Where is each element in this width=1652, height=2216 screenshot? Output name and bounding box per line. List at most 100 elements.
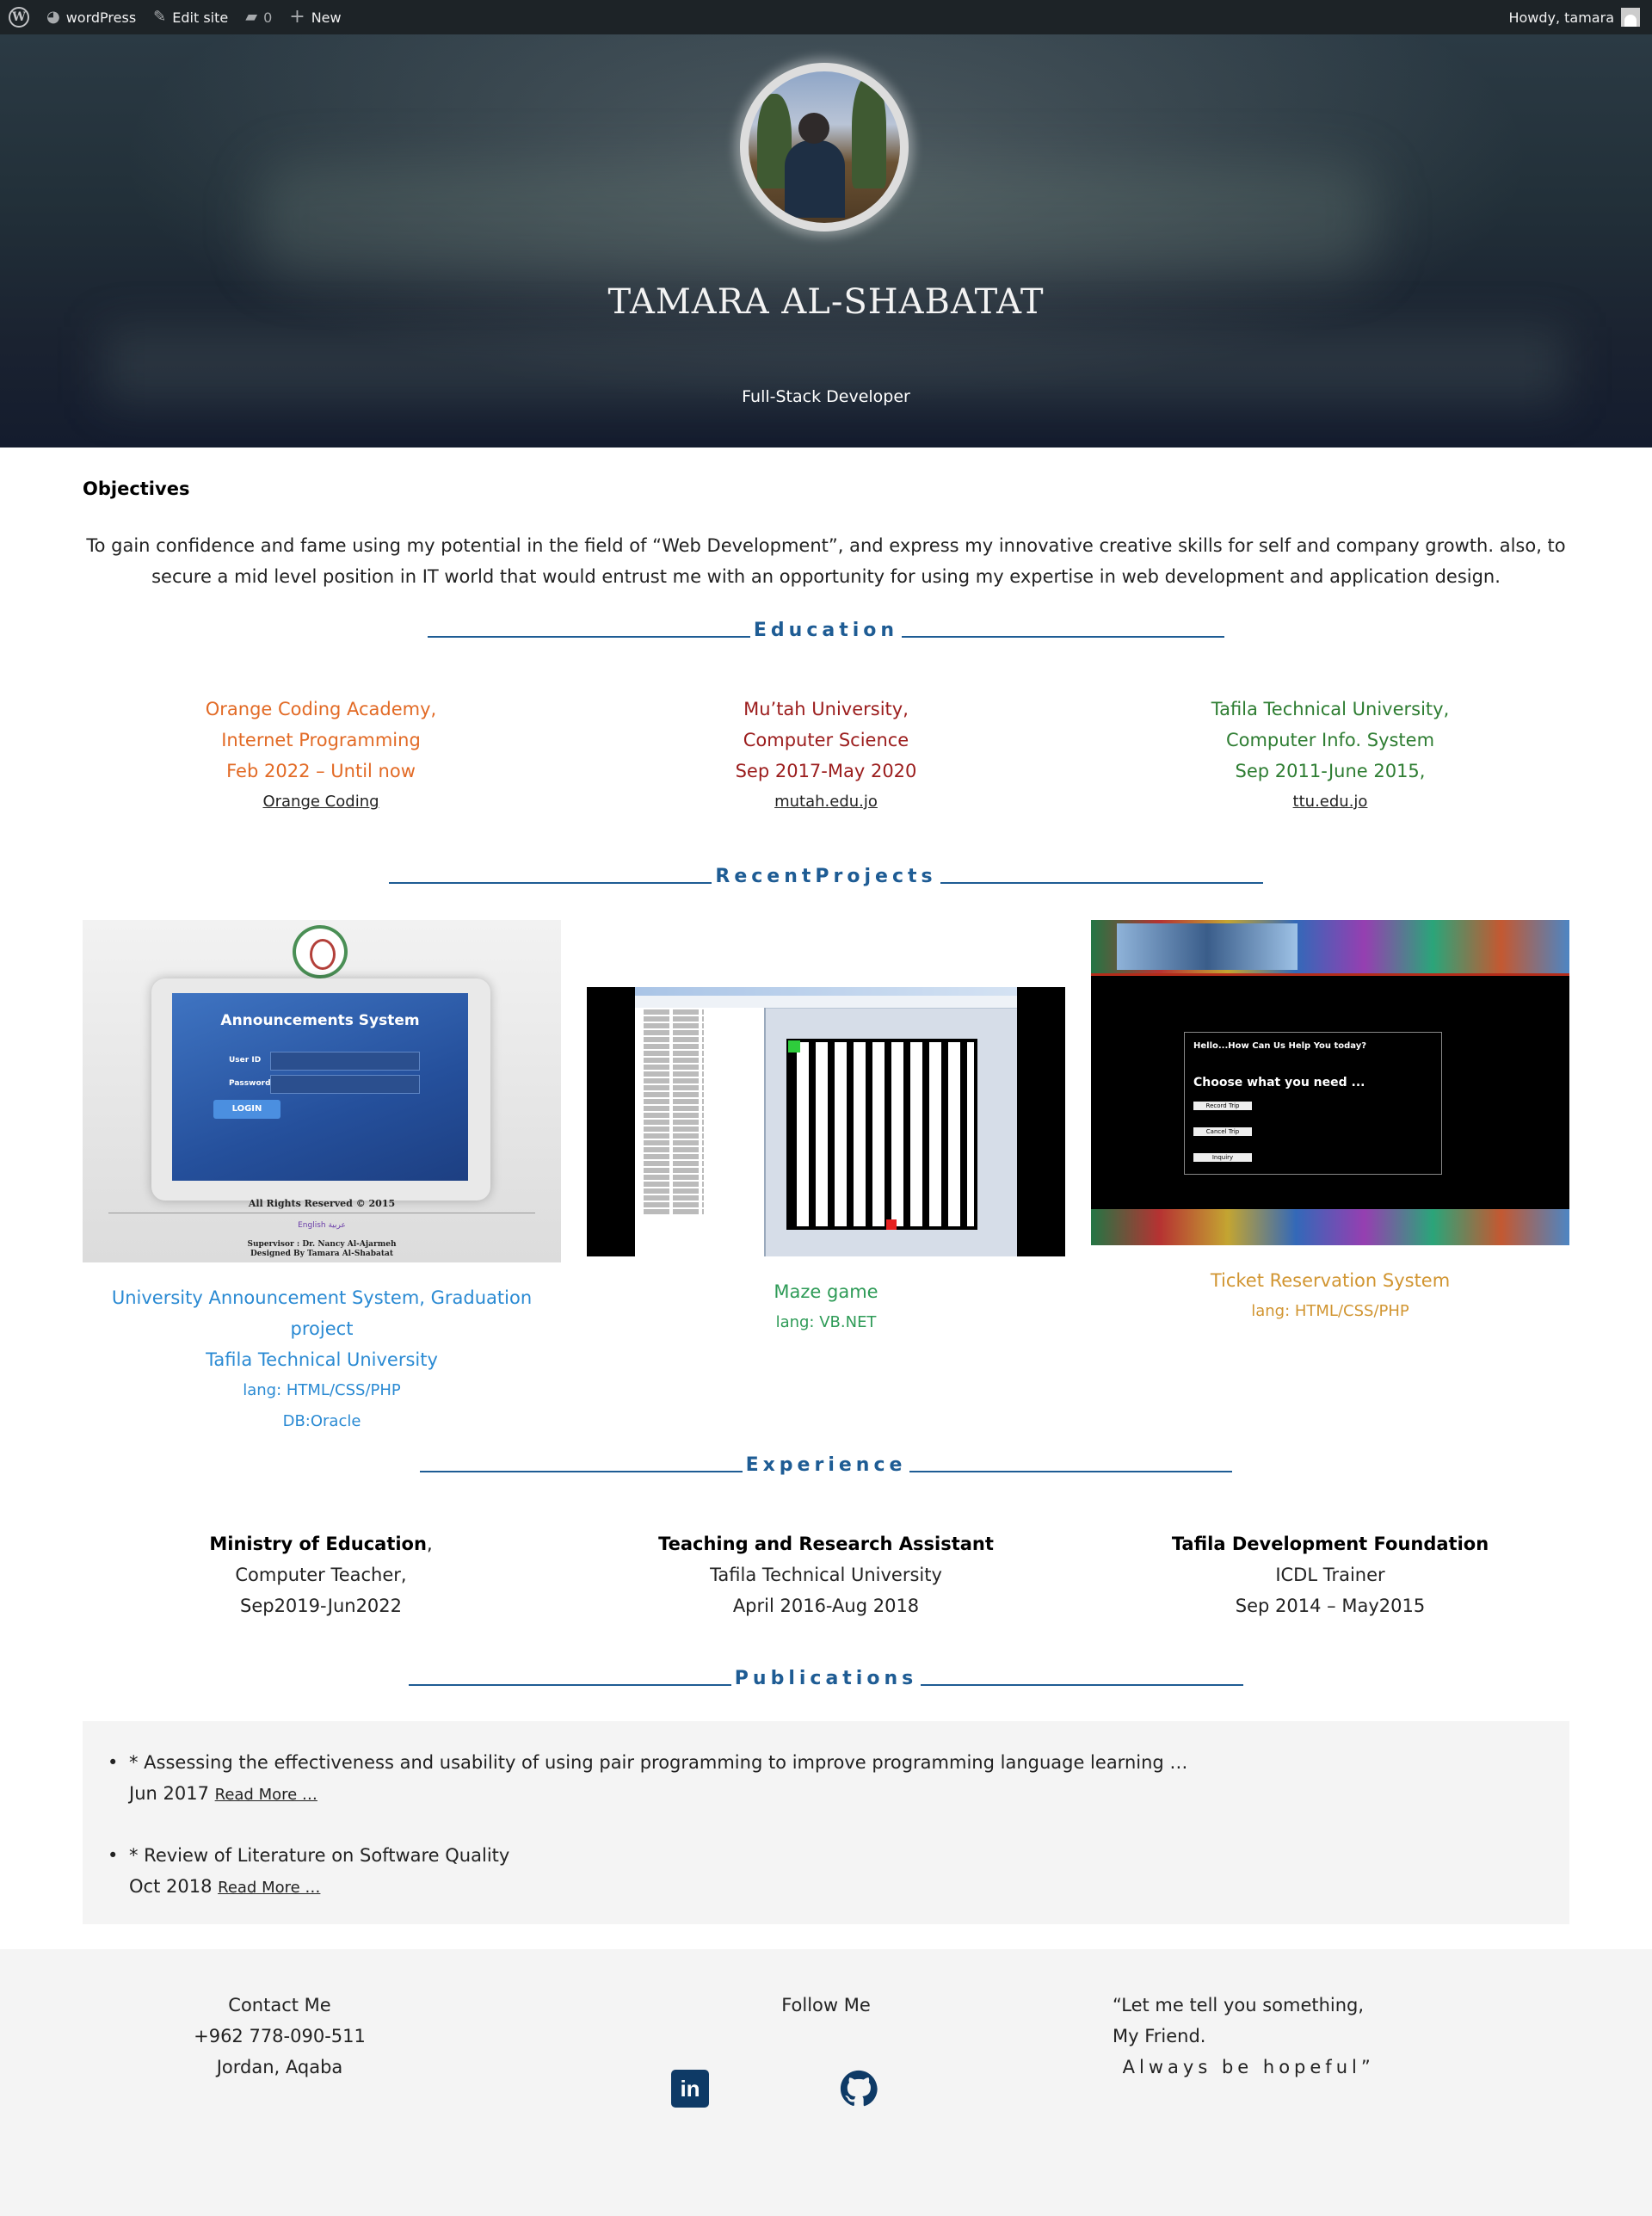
contact-section: Contact Me +962 778-090-511 Jordan, Aqab…: [151, 1990, 409, 2083]
brush-icon: ✎: [153, 8, 167, 26]
publication-title: * Review of Literature on Software Quali…: [129, 1845, 510, 1866]
linkedin-icon[interactable]: in: [671, 2070, 709, 2108]
project-title[interactable]: University Announcement System, Graduati…: [81, 1282, 563, 1344]
experience-dates: Sep 2014 – May2015: [1235, 1596, 1426, 1616]
site-tagline: Full-Stack Developer: [742, 387, 910, 406]
project-subtitle: Tafila Technical University: [206, 1349, 438, 1370]
site-name-label: wordPress: [65, 9, 137, 26]
project-lang: lang: HTML/CSS/PHP: [1251, 1302, 1409, 1320]
copyright-text: All Rights Reserved © 2015: [248, 1198, 396, 1209]
quote-line: My Friend.: [1113, 2026, 1206, 2046]
education-item: Tafila Technical University, Computer In…: [1089, 694, 1571, 818]
plus-icon: +: [289, 6, 305, 28]
publication-item: • * Review of Literature on Software Qua…: [108, 1840, 510, 1904]
user-avatar-icon: [1621, 8, 1640, 27]
experience-title-suffix: ,: [426, 1534, 433, 1554]
education-heading: Education: [0, 620, 1652, 641]
record-trip-button-image: Record Trip: [1193, 1102, 1252, 1110]
experience-item: Tafila Development Foundation ICDL Train…: [1089, 1528, 1571, 1621]
publications-heading-text: Publications: [734, 1668, 918, 1689]
project-announcement-screenshot: Announcements System User ID Password LO…: [83, 920, 561, 1262]
experience-dates: Sep2019-Jun2022: [239, 1596, 403, 1616]
education-school: Tafila Technical University,: [1211, 699, 1450, 719]
github-icon[interactable]: [840, 2070, 878, 2108]
hero-header: TAMARA AL-SHABATAT Full-Stack Developer: [0, 34, 1652, 448]
education-link[interactable]: Orange Coding: [80, 787, 562, 818]
publication-title: * Assessing the effectiveness and usabil…: [129, 1752, 1188, 1773]
experience-role: Tafila Technical University: [710, 1565, 942, 1585]
experience-item: Ministry of Education, Computer Teacher,…: [80, 1528, 562, 1621]
contact-title: Contact Me: [228, 1995, 331, 2015]
university-logo-icon: [293, 925, 348, 978]
contact-location: Jordan, Aqaba: [216, 2057, 343, 2077]
publication-date: Jun 2017: [129, 1783, 209, 1804]
experience-role: ICDL Trainer: [1275, 1565, 1385, 1585]
wordpress-logo-button[interactable]: W: [0, 0, 38, 34]
maze-image: [786, 1039, 977, 1230]
publication-item: • * Assessing the effectiveness and usab…: [108, 1747, 1188, 1811]
project-db: DB:Oracle: [282, 1412, 361, 1430]
experience-role: Computer Teacher,: [235, 1565, 407, 1585]
site-title[interactable]: TAMARA AL-SHABATAT: [0, 282, 1652, 322]
projects-heading-text: RecentProjects: [715, 866, 937, 887]
education-link[interactable]: mutah.edu.jo: [585, 787, 1067, 818]
comments-link[interactable]: ▰ 0: [237, 0, 280, 34]
project-item: Ticket Reservation System lang: HTML/CSS…: [1089, 1265, 1571, 1327]
experience-heading: Experience: [0, 1454, 1652, 1476]
read-more-link[interactable]: Read More …: [215, 1786, 317, 1804]
edit-site-label: Edit site: [172, 9, 229, 26]
read-more-link[interactable]: Read More …: [218, 1879, 320, 1897]
help-question: Hello...How Can Us Help You today?: [1193, 1041, 1367, 1051]
site-name-link[interactable]: ◕ wordPress: [38, 0, 145, 34]
cancel-trip-button-image: Cancel Trip: [1193, 1127, 1252, 1136]
inquiry-button-image: Inquiry: [1193, 1153, 1252, 1162]
designer-text: Designed By Tamara Al-Shabatat: [250, 1250, 393, 1258]
experience-dates: April 2016-Aug 2018: [732, 1596, 920, 1616]
project-item: University Announcement System, Graduati…: [81, 1282, 563, 1437]
education-major: Internet Programming: [221, 730, 421, 750]
user-id-label: User ID: [229, 1056, 262, 1065]
account-menu[interactable]: Howdy, tamara: [1508, 8, 1652, 27]
objectives-heading: Objectives: [83, 478, 190, 499]
user-id-field: [270, 1052, 420, 1071]
project-lang: lang: HTML/CSS/PHP: [243, 1381, 401, 1399]
education-school: Mu’tah University,: [743, 699, 909, 719]
admin-bar: W ◕ wordPress ✎ Edit site ▰ 0 + New Howd…: [0, 0, 1652, 34]
project-item: Maze game lang: VB.NET: [585, 1276, 1067, 1338]
choose-label: Choose what you need ...: [1193, 1076, 1365, 1089]
follow-title: Follow Me: [781, 1995, 871, 2015]
education-link[interactable]: ttu.edu.jo: [1089, 787, 1571, 818]
comments-count: 0: [263, 9, 273, 26]
objectives-text: To gain confidence and fame using my pot…: [86, 535, 1566, 587]
password-label: Password: [229, 1079, 271, 1088]
education-dates: Sep 2017-May 2020: [735, 761, 917, 781]
panel-title: Announcements System: [220, 1012, 420, 1029]
airplanes-banner: [1117, 923, 1298, 970]
project-title[interactable]: Maze game: [585, 1276, 1067, 1307]
education-dates: Feb 2022 – Until now: [226, 761, 416, 781]
edit-site-link[interactable]: ✎ Edit site: [145, 0, 237, 34]
education-item: Orange Coding Academy, Internet Programm…: [80, 694, 562, 818]
contact-phone: +962 778-090-511: [194, 2026, 366, 2046]
experience-title: Tafila Development Foundation: [1171, 1534, 1489, 1554]
supervisor-text: Supervisor : Dr. Nancy Al-Ajarmeh: [247, 1240, 397, 1249]
education-school: Orange Coding Academy,: [205, 699, 437, 719]
new-label: New: [311, 9, 342, 26]
education-dates: Sep 2011-June 2015,: [1235, 761, 1426, 781]
project-maze-screenshot: [587, 987, 1065, 1256]
experience-heading-text: Experience: [745, 1454, 907, 1476]
comment-icon: ▰: [245, 8, 258, 26]
project-ticket-screenshot: Hello...How Can Us Help You today? Choos…: [1091, 920, 1569, 1245]
experience-item: Teaching and Research Assistant Tafila T…: [585, 1528, 1067, 1621]
experience-title: Ministry of Education: [209, 1534, 427, 1554]
experience-title: Teaching and Research Assistant: [658, 1534, 994, 1554]
login-button-image: LOGIN: [213, 1100, 280, 1119]
education-item: Mu’tah University, Computer Science Sep …: [585, 694, 1067, 818]
projects-heading: RecentProjects: [0, 866, 1652, 887]
project-lang: lang: VB.NET: [775, 1313, 877, 1331]
new-content-link[interactable]: + New: [280, 0, 349, 34]
project-title[interactable]: Ticket Reservation System: [1089, 1265, 1571, 1296]
education-major: Computer Science: [743, 730, 909, 750]
quote-line: Always be hopeful”: [1113, 2057, 1375, 2077]
quote-section: “Let me tell you something, My Friend. A…: [1113, 1990, 1457, 2083]
